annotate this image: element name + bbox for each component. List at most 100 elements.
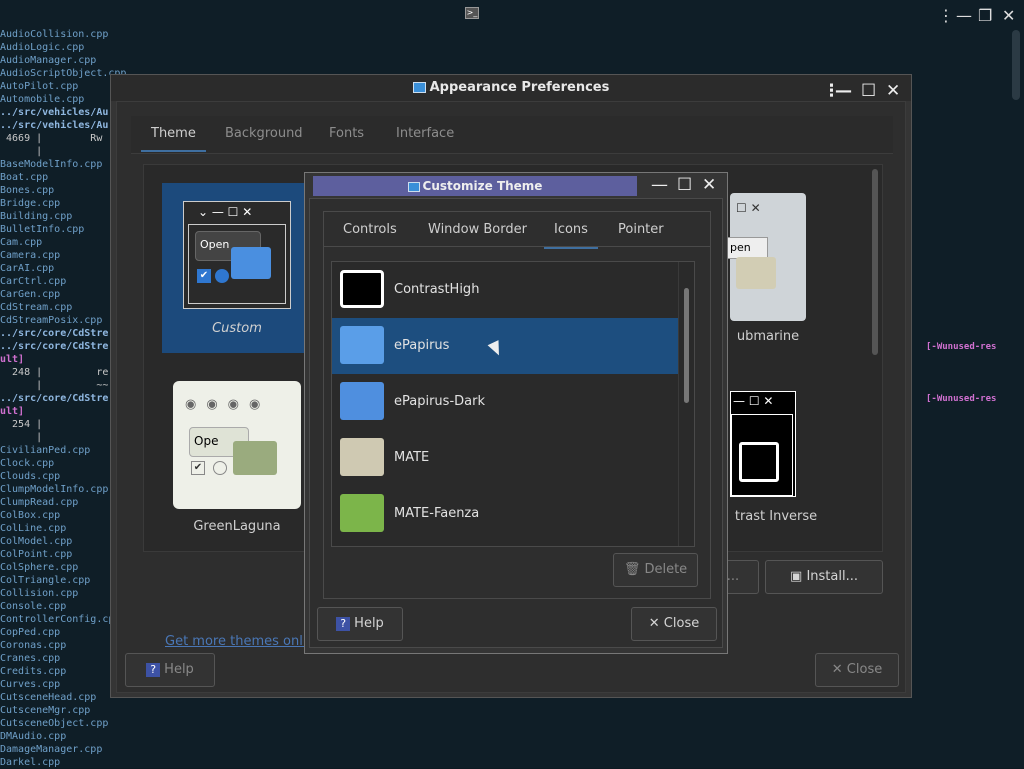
dialog-title: Customize Theme bbox=[422, 179, 543, 193]
maximize-icon[interactable]: ☐ bbox=[677, 175, 692, 195]
app-icon bbox=[407, 181, 420, 192]
terminal-line: ControllerConfig.cpp bbox=[0, 614, 121, 625]
help-label: Help bbox=[354, 616, 384, 631]
terminal-line: ClumpRead.cpp bbox=[0, 497, 79, 508]
delete-label: Delete bbox=[644, 562, 688, 577]
list-item[interactable]: MATE-Faenza bbox=[332, 486, 678, 542]
dialog-titlebar: Customize Theme bbox=[313, 176, 637, 196]
window-titlebar: Appearance Preferences ⋮ — ☐ ✕ bbox=[111, 75, 911, 101]
folder-icon bbox=[340, 270, 384, 308]
theme-label: GreenLaguna bbox=[193, 519, 281, 534]
list-item[interactable]: MATE bbox=[332, 430, 678, 486]
help-button[interactable]: ? Help bbox=[317, 607, 403, 641]
terminal-line: ColSphere.cpp bbox=[0, 562, 79, 573]
terminal-line: Bridge.cpp bbox=[0, 198, 61, 209]
terminal-line: ult] bbox=[0, 406, 25, 417]
terminal-line: Clouds.cpp bbox=[0, 471, 61, 482]
folder-icon bbox=[340, 326, 384, 364]
terminal-line: CarAI.cpp bbox=[0, 263, 55, 274]
customize-tabs: Controls Window Border Icons Pointer bbox=[323, 211, 711, 249]
list-item[interactable]: ePapirus-Dark bbox=[332, 374, 678, 430]
theme-tile-submarine[interactable]: ☐ ✕ pen ubmarine bbox=[726, 193, 880, 353]
tab-background[interactable]: Background bbox=[225, 126, 303, 141]
close-icon[interactable]: ✕ bbox=[702, 175, 716, 195]
list-scrollbar[interactable] bbox=[678, 262, 694, 546]
icon-theme-name: MATE-Faenza bbox=[394, 506, 480, 521]
icon-theme-name: ePapirus bbox=[394, 338, 450, 353]
theme-preview: — ☐ ✕ bbox=[730, 391, 796, 497]
preview-open-label: pen bbox=[730, 241, 751, 254]
delete-button[interactable]: 🗑 Delete bbox=[613, 553, 698, 587]
terminal-line: ColModel.cpp bbox=[0, 536, 73, 547]
terminal-line: ColBox.cpp bbox=[0, 510, 61, 521]
radio-icon bbox=[213, 461, 227, 475]
close-button[interactable]: ✕ Close bbox=[815, 653, 899, 687]
folder-icon bbox=[736, 257, 776, 289]
preview-open-label: Open bbox=[200, 238, 230, 251]
terminal-line: AudioLogic.cpp bbox=[0, 42, 85, 53]
theme-preview: ◉◉◉◉ Ope ✔ bbox=[173, 381, 301, 509]
terminal-line: AudioManager.cpp bbox=[0, 55, 97, 66]
customize-theme-dialog: Customize Theme — ☐ ✕ Controls Window Bo… bbox=[304, 172, 728, 654]
get-more-themes-link[interactable]: Get more themes online bbox=[165, 634, 323, 649]
terminal-line: Console.cpp bbox=[0, 601, 67, 612]
terminal-line: Cam.cpp bbox=[0, 237, 43, 248]
terminal-line: CdStreamPosix.cpp bbox=[0, 315, 103, 326]
terminal-line: AutoPilot.cpp bbox=[0, 81, 79, 92]
terminal-line: BulletInfo.cpp bbox=[0, 224, 85, 235]
terminal-line: CivilianPed.cpp bbox=[0, 445, 91, 456]
folder-icon bbox=[340, 494, 384, 532]
scrollbar-thumb[interactable] bbox=[684, 288, 689, 403]
help-icon: ? bbox=[146, 662, 161, 677]
install-icon: ▣ bbox=[790, 569, 807, 584]
checkbox-icon: ✔ bbox=[197, 269, 211, 283]
grid-scrollbar[interactable] bbox=[872, 169, 878, 355]
close-icon[interactable]: ✕ bbox=[1002, 6, 1015, 25]
tab-window-border[interactable]: Window Border bbox=[428, 222, 527, 237]
tab-interface[interactable]: Interface bbox=[396, 126, 454, 141]
theme-tile-custom[interactable]: ⌄ — ☐ ✕ Open ✔ Custom bbox=[162, 183, 312, 353]
tab-icons[interactable]: Icons bbox=[544, 222, 598, 249]
terminal-warning: [-Wunused-res bbox=[926, 394, 997, 404]
terminal-line: | bbox=[0, 432, 43, 443]
restore-icon[interactable]: ❐ bbox=[978, 6, 992, 25]
theme-tile-greenlaguna[interactable]: ◉◉◉◉ Ope ✔ GreenLaguna bbox=[162, 373, 312, 543]
terminal-scrollbar[interactable] bbox=[1012, 30, 1020, 100]
icon-theme-name: ePapirus-Dark bbox=[394, 394, 485, 409]
help-button[interactable]: ? Help bbox=[125, 653, 215, 687]
close-button[interactable]: ✕ Close bbox=[631, 607, 717, 641]
terminal-line: 248 | re bbox=[0, 367, 109, 378]
tab-theme[interactable]: Theme bbox=[141, 126, 206, 152]
preview-open-label: Ope bbox=[194, 434, 219, 448]
install-button[interactable]: ▣ Install... bbox=[765, 560, 883, 594]
terminal-line: Camera.cpp bbox=[0, 250, 61, 261]
theme-tile-contrast-inverse[interactable]: — ☐ ✕ trast Inverse bbox=[730, 383, 880, 543]
terminal-line: DMAudio.cpp bbox=[0, 731, 67, 742]
terminal-line: CdStream.cpp bbox=[0, 302, 73, 313]
terminal-line: Boat.cpp bbox=[0, 172, 49, 183]
icon-theme-list: ContrastHigh ePapirus ePapirus-Dark MATE… bbox=[331, 261, 695, 547]
preview-controls: ◉◉◉◉ bbox=[185, 397, 271, 412]
menu-icon[interactable]: ⋮ bbox=[938, 6, 954, 25]
terminal-line: ../src/core/CdStre bbox=[0, 393, 109, 404]
tab-controls[interactable]: Controls bbox=[343, 222, 397, 237]
terminal-line: ../src/core/CdStre bbox=[0, 328, 109, 339]
list-item[interactable]: ContrastHigh bbox=[332, 262, 678, 318]
minimize-icon[interactable]: — bbox=[651, 175, 668, 195]
tab-fonts[interactable]: Fonts bbox=[329, 126, 364, 141]
terminal-line: Credits.cpp bbox=[0, 666, 67, 677]
list-item[interactable]: ePapirus bbox=[332, 318, 678, 374]
terminal-line: Automobile.cpp bbox=[0, 94, 85, 105]
close-icon: ✕ bbox=[831, 662, 847, 677]
terminal-line: ColLine.cpp bbox=[0, 523, 67, 534]
folder-icon bbox=[739, 442, 779, 482]
theme-preview: ⌄ — ☐ ✕ Open ✔ bbox=[183, 201, 291, 309]
terminal-line: ClumpModelInfo.cpp bbox=[0, 484, 109, 495]
terminal-icon: >_ bbox=[465, 7, 479, 19]
minimize-icon[interactable]: — bbox=[956, 6, 972, 25]
folder-icon bbox=[233, 441, 277, 475]
icon-theme-name: MATE bbox=[394, 450, 430, 465]
tab-pointer[interactable]: Pointer bbox=[618, 222, 664, 237]
app-icon bbox=[412, 82, 426, 93]
terminal-line: | ~~ bbox=[0, 380, 109, 391]
